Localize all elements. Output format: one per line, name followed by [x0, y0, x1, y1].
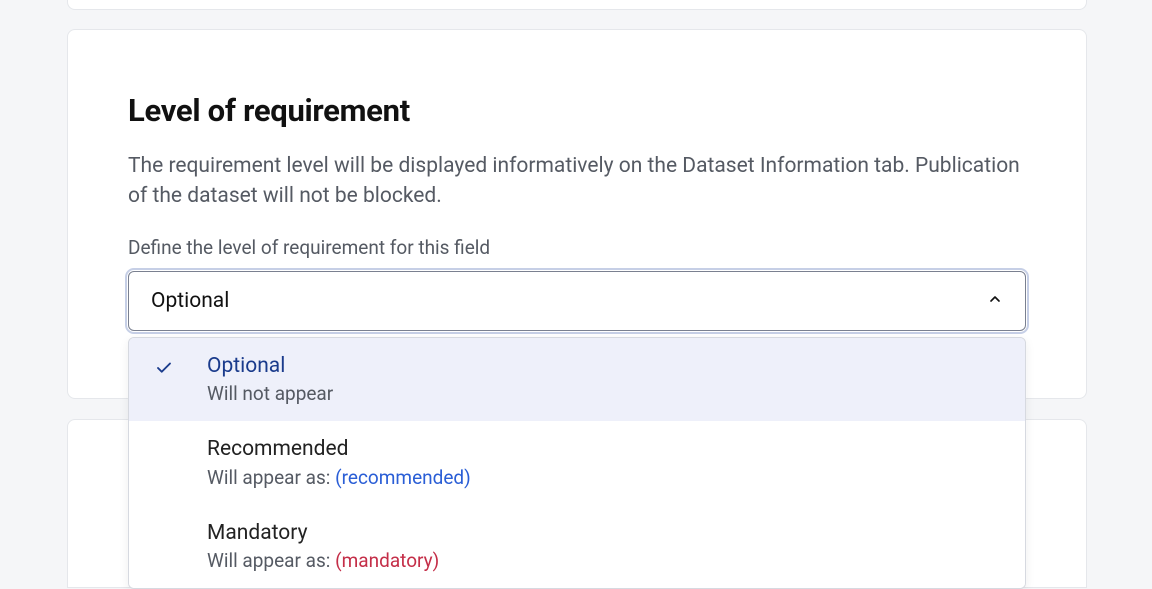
requirement-level-dropdown: Optional Will not appear Recommended Wil… [128, 337, 1026, 589]
option-content: Recommended Will appear as: (recommended… [207, 436, 1005, 488]
option-content: Mandatory Will appear as: (mandatory) [207, 520, 1005, 572]
chevron-up-icon [987, 291, 1003, 311]
dropdown-option-mandatory[interactable]: Mandatory Will appear as: (mandatory) [129, 505, 1025, 588]
option-subtext: Will appear as: (recommended) [207, 466, 1005, 489]
option-label: Mandatory [207, 520, 1005, 546]
field-label: Define the level of requirement for this… [128, 236, 1026, 259]
option-label: Recommended [207, 436, 1005, 462]
subtext-prefix: Will appear as: [207, 466, 335, 489]
card-peek-top [67, 0, 1087, 10]
option-content: Optional Will not appear [207, 353, 1005, 405]
subtext-prefix: Will appear as: [207, 549, 335, 572]
select-current-value: Optional [151, 289, 229, 313]
dropdown-option-recommended[interactable]: Recommended Will appear as: (recommended… [129, 421, 1025, 504]
check-column [149, 353, 207, 381]
check-column [149, 436, 207, 442]
section-description: The requirement level will be displayed … [128, 151, 1026, 212]
requirement-level-select[interactable]: Optional [128, 271, 1026, 331]
check-column [149, 520, 207, 526]
subtext-tag: (mandatory) [335, 549, 439, 572]
subtext-tag: (recommended) [335, 466, 471, 489]
dropdown-option-optional[interactable]: Optional Will not appear [129, 338, 1025, 421]
option-subtext: Will not appear [207, 382, 1005, 405]
section-heading: Level of requirement [128, 92, 1026, 129]
check-icon [155, 359, 173, 381]
option-subtext: Will appear as: (mandatory) [207, 549, 1005, 572]
option-label: Optional [207, 353, 1005, 379]
